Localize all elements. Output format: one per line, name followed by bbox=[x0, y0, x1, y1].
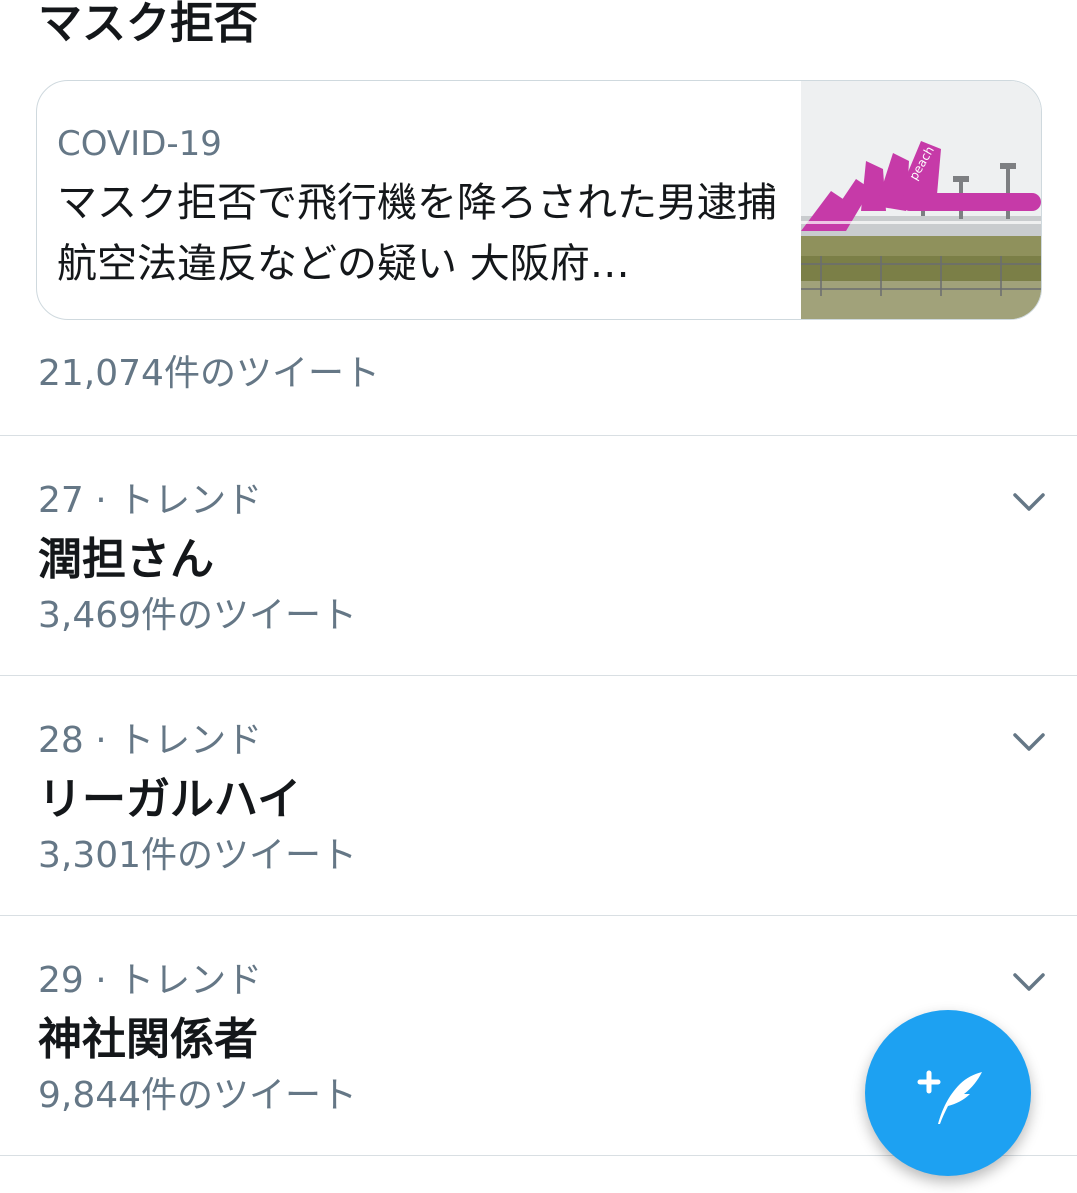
chevron-down-icon[interactable] bbox=[1011, 967, 1047, 997]
compose-tweet-button[interactable] bbox=[865, 1010, 1031, 1176]
divider bbox=[0, 435, 1077, 436]
chevron-down-icon[interactable] bbox=[1011, 487, 1047, 517]
news-headline: マスク拒否で飛行機を降ろされた男逮捕 航空法違反などの疑い 大阪府… bbox=[57, 180, 777, 287]
tweet-count: 9,844件のツイート bbox=[38, 1075, 358, 1116]
tweet-count: 3,469件のツイート bbox=[38, 595, 358, 636]
news-card-text: COVID-19 マスク拒否で飛行機を降ろされた男逮捕 航空法違反などの疑い 大… bbox=[57, 121, 797, 295]
trend-item[interactable]: 27 · トレンド 潤担さん 3,469件のツイート bbox=[0, 437, 1077, 675]
trend-name: 潤担さん bbox=[38, 534, 214, 585]
news-card[interactable]: COVID-19 マスク拒否で飛行機を降ろされた男逮捕 航空法違反などの疑い 大… bbox=[36, 80, 1042, 320]
trend-title: マスク拒否 bbox=[38, 0, 258, 49]
trend-name: 神社関係者 bbox=[38, 1014, 258, 1065]
trend-rank-label: 27 · トレンド bbox=[38, 480, 263, 521]
tweet-count: 3,301件のツイート bbox=[38, 835, 358, 876]
trend-name: リーガルハイ bbox=[38, 774, 302, 825]
news-category: COVID-19 bbox=[57, 124, 222, 164]
trend-rank-label: 28 · トレンド bbox=[38, 720, 263, 761]
top-trend-item[interactable]: マスク拒否 COVID-19 マスク拒否で飛行機を降ろされた男逮捕 航空法違反な… bbox=[0, 0, 1077, 435]
tweet-count: 21,074件のツイート bbox=[38, 353, 380, 394]
compose-tweet-icon bbox=[917, 1070, 982, 1124]
trend-rank-label: 29 · トレンド bbox=[38, 960, 263, 1001]
chevron-down-icon[interactable] bbox=[1011, 727, 1047, 757]
news-thumbnail: peach bbox=[801, 81, 1041, 319]
divider bbox=[0, 915, 1077, 916]
trend-item[interactable]: 28 · トレンド リーガルハイ 3,301件のツイート bbox=[0, 677, 1077, 915]
divider bbox=[0, 675, 1077, 676]
